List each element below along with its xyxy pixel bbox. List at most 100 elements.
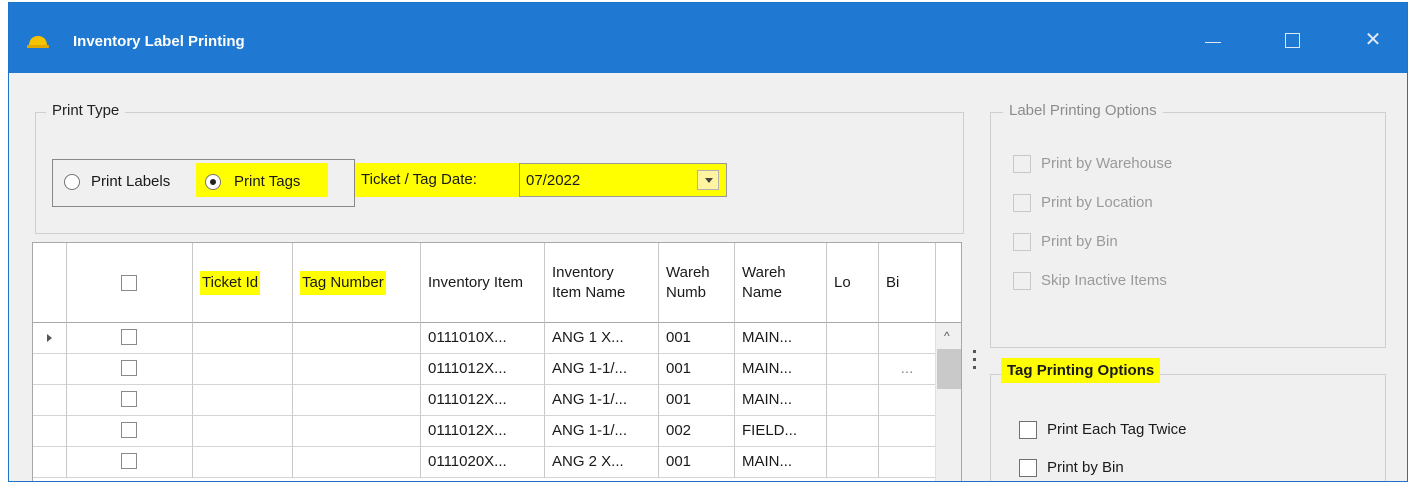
row-select-checkbox[interactable] <box>121 329 137 345</box>
column-header-wareh-numb[interactable]: Wareh Numb <box>659 243 735 323</box>
table-row[interactable]: 0111012X... ANG 1-1/... 001 MAIN... <box>33 385 936 416</box>
print-by-warehouse-label: Print by Warehouse <box>1041 155 1173 172</box>
cell-item[interactable]: 0111010X... <box>421 323 545 354</box>
row-select-checkbox[interactable] <box>121 391 137 407</box>
cell-lo[interactable] <box>827 416 879 447</box>
cell-lo[interactable] <box>827 447 879 478</box>
panel-splitter-handle[interactable] <box>973 350 976 374</box>
table-row[interactable]: 0111012X... ANG 1-1/... 002 FIELD... <box>33 416 936 447</box>
row-select-cell[interactable] <box>67 447 193 478</box>
cell-ticket-id[interactable] <box>193 416 293 447</box>
cell-tag-number[interactable] <box>293 354 421 385</box>
cell-item-name[interactable]: ANG 1-1/... <box>545 385 659 416</box>
cell-wareh-numb[interactable]: 001 <box>659 447 735 478</box>
cell-item-name[interactable]: ANG 1 X... <box>545 323 659 354</box>
column-header-wareh-name[interactable]: Wareh Name <box>735 243 827 323</box>
row-select-checkbox[interactable] <box>121 360 137 376</box>
cell-tag-number[interactable] <box>293 416 421 447</box>
cell-lo[interactable] <box>827 323 879 354</box>
cell-item[interactable]: 0111012X... <box>421 354 545 385</box>
cell-lo[interactable] <box>827 385 879 416</box>
skip-inactive-items-label: Skip Inactive Items <box>1041 272 1167 289</box>
table-row[interactable]: 0111010X... ANG 1 X... 001 MAIN... <box>33 323 936 354</box>
cell-wareh-name[interactable]: FIELD... <box>735 416 827 447</box>
row-indicator-cell[interactable] <box>33 416 67 447</box>
ticket-tag-date-combobox[interactable]: 07/2022 <box>519 163 727 197</box>
cell-item-name[interactable]: ANG 1-1/... <box>545 416 659 447</box>
table-row[interactable]: 0111020X... ANG 2 X... 001 MAIN... <box>33 447 936 478</box>
ticket-tag-date-label: Ticket / Tag Date: <box>355 163 519 197</box>
tag-printing-options-group: Tag Printing Options Print Each Tag Twic… <box>990 358 1386 481</box>
date-dropdown-button[interactable] <box>697 170 719 190</box>
print-tags-label[interactable]: Print Tags <box>234 173 300 190</box>
cell-item[interactable]: 0111012X... <box>421 385 545 416</box>
row-indicator-cell[interactable] <box>33 323 67 354</box>
column-header-inventory-item-name[interactable]: Inventory Item Name <box>545 243 659 323</box>
ticket-tag-date-value: 07/2022 <box>526 172 581 189</box>
cell-ticket-id[interactable] <box>193 385 293 416</box>
scroll-up-icon[interactable]: ^ <box>944 329 950 343</box>
cell-tag-number[interactable] <box>293 385 421 416</box>
cell-item[interactable]: 0111012X... <box>421 416 545 447</box>
column-header-tag-number[interactable]: Tag Number <box>293 243 421 323</box>
row-select-checkbox[interactable] <box>121 453 137 469</box>
select-all-checkbox[interactable] <box>121 275 137 291</box>
cell-wareh-name[interactable]: MAIN... <box>735 385 827 416</box>
scrollbar-thumb[interactable] <box>937 349 961 389</box>
row-indicator-cell[interactable] <box>33 354 67 385</box>
ticket-id-header-label: Ticket Id <box>200 270 261 295</box>
chevron-down-icon <box>705 178 713 183</box>
row-select-cell[interactable] <box>67 354 193 385</box>
row-select-cell[interactable] <box>67 323 193 354</box>
cell-lo[interactable] <box>827 354 879 385</box>
label-printing-options-legend: Label Printing Options <box>1003 102 1163 119</box>
print-by-warehouse-checkbox[interactable] <box>1013 155 1031 173</box>
cell-wareh-numb[interactable]: 001 <box>659 385 735 416</box>
print-by-bin-tag-checkbox[interactable] <box>1019 459 1037 477</box>
maximize-button[interactable] <box>1273 25 1313 55</box>
cell-bi[interactable] <box>879 323 936 354</box>
cell-wareh-name[interactable]: MAIN... <box>735 447 827 478</box>
row-select-cell[interactable] <box>67 385 193 416</box>
minimize-button[interactable] <box>1193 25 1233 55</box>
table-row[interactable]: 0111012X... ANG 1-1/... 001 MAIN...... <box>33 354 936 385</box>
cell-bi[interactable] <box>879 385 936 416</box>
cell-wareh-name[interactable]: MAIN... <box>735 354 827 385</box>
row-select-cell[interactable] <box>67 416 193 447</box>
cell-ticket-id[interactable] <box>193 323 293 354</box>
print-each-tag-twice-label: Print Each Tag Twice <box>1047 421 1187 438</box>
cell-bi[interactable] <box>879 416 936 447</box>
row-indicator-cell[interactable] <box>33 447 67 478</box>
column-header-inventory-item[interactable]: Inventory Item <box>421 243 545 323</box>
cell-item-name[interactable]: ANG 2 X... <box>545 447 659 478</box>
cell-ticket-id[interactable] <box>193 354 293 385</box>
row-select-checkbox[interactable] <box>121 422 137 438</box>
column-header-lo[interactable]: Lo <box>827 243 879 323</box>
cell-ticket-id[interactable] <box>193 447 293 478</box>
print-labels-radio[interactable] <box>64 174 80 190</box>
vertical-scrollbar[interactable]: ^ <box>935 323 961 481</box>
print-by-location-checkbox[interactable] <box>1013 194 1031 212</box>
print-each-tag-twice-checkbox[interactable] <box>1019 421 1037 439</box>
row-indicator-cell[interactable] <box>33 385 67 416</box>
cell-bi[interactable]: ... <box>879 354 936 385</box>
cell-item-name[interactable]: ANG 1-1/... <box>545 354 659 385</box>
cell-wareh-numb[interactable]: 002 <box>659 416 735 447</box>
print-by-bin-label-checkbox[interactable] <box>1013 233 1031 251</box>
column-header-bi[interactable]: Bi <box>879 243 936 323</box>
print-labels-label[interactable]: Print Labels <box>91 173 170 190</box>
cell-item[interactable]: 0111020X... <box>421 447 545 478</box>
skip-inactive-items-checkbox[interactable] <box>1013 272 1031 290</box>
cell-wareh-numb[interactable]: 001 <box>659 354 735 385</box>
title-bar[interactable]: Inventory Label Printing ✕ <box>9 3 1407 73</box>
cell-wareh-name[interactable]: MAIN... <box>735 323 827 354</box>
print-by-bin-tag-label: Print by Bin <box>1047 459 1124 476</box>
close-button[interactable]: ✕ <box>1353 25 1393 55</box>
cell-tag-number[interactable] <box>293 323 421 354</box>
print-tags-radio[interactable] <box>205 174 221 190</box>
cell-tag-number[interactable] <box>293 447 421 478</box>
column-header-ticket-id[interactable]: Ticket Id <box>193 243 293 323</box>
lo-header-label: Lo <box>834 273 851 291</box>
cell-wareh-numb[interactable]: 001 <box>659 323 735 354</box>
cell-bi[interactable] <box>879 447 936 478</box>
